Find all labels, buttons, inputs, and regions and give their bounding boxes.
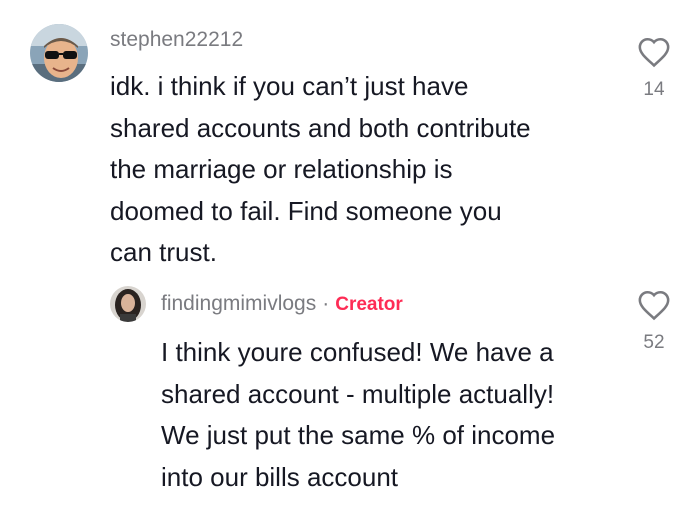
avatar[interactable]	[110, 286, 146, 322]
heart-outline-icon	[638, 37, 670, 68]
username[interactable]: findingmimivlogs	[161, 292, 316, 315]
comment-stephen22212: stephen22212 idk. i think if you can’t j…	[0, 0, 700, 280]
comment-text: I think youre confused! We have a shared…	[161, 337, 556, 492]
like-count: 14	[643, 79, 665, 100]
reply-findingmimivlogs: findingmimivlogs · Creator I think youre c…	[0, 280, 700, 511]
like-button[interactable]: 14	[632, 36, 676, 101]
like-button[interactable]: 52	[632, 289, 676, 354]
like-count: 52	[643, 332, 665, 353]
username[interactable]: stephen22212	[110, 28, 243, 52]
reply-header: findingmimivlogs · Creator	[161, 292, 403, 316]
creator-badge: Creator	[335, 294, 403, 315]
avatar[interactable]	[30, 24, 88, 82]
heart-outline-icon	[638, 290, 670, 321]
comment-text: idk. i think if you can’t just have shar…	[110, 71, 531, 267]
separator-dot: ·	[322, 292, 330, 315]
